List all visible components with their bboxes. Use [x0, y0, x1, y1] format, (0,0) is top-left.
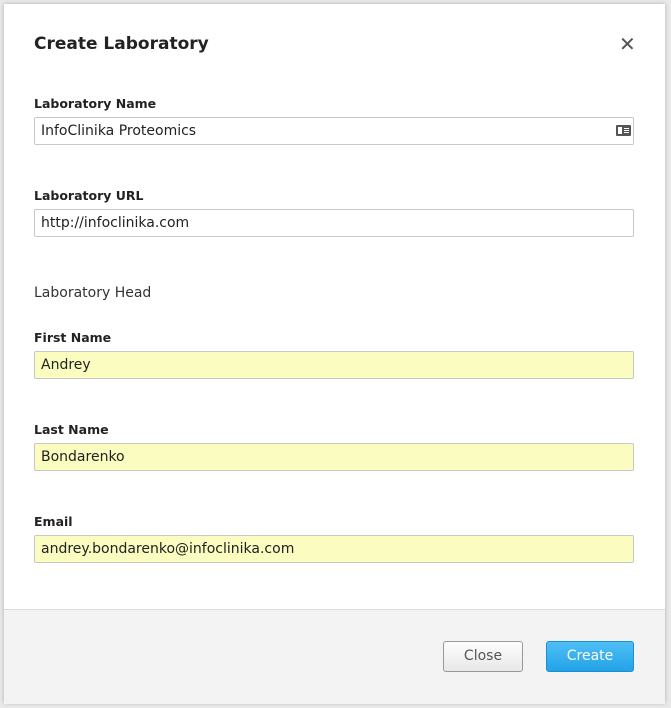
first-name-label: First Name: [34, 330, 112, 345]
first-name-value: Andrey: [41, 357, 91, 373]
lab-name-value: InfoClinika Proteomics: [41, 123, 197, 139]
create-button[interactable]: Create: [546, 641, 634, 672]
email-input[interactable]: andrey.bondarenko@infoclinika.com: [34, 535, 634, 563]
close-button[interactable]: Close: [443, 641, 523, 672]
lab-url-value: http://infoclinika.com: [41, 215, 190, 231]
last-name-input[interactable]: Bondarenko: [34, 443, 634, 471]
first-name-input[interactable]: Andrey: [34, 351, 634, 379]
lab-head-heading: Laboratory Head: [34, 285, 152, 301]
lab-name-label: Laboratory Name: [34, 96, 157, 111]
lab-url-input[interactable]: http://infoclinika.com: [34, 209, 634, 237]
close-icon[interactable]: ✕: [619, 34, 636, 54]
last-name-value: Bondarenko: [41, 449, 125, 465]
email-label: Email: [34, 514, 73, 529]
contact-card-icon[interactable]: [616, 125, 631, 136]
lab-url-label: Laboratory URL: [34, 188, 144, 203]
dialog-title: Create Laboratory: [34, 34, 209, 54]
lab-name-input[interactable]: InfoClinika Proteomics: [34, 117, 634, 145]
last-name-label: Last Name: [34, 422, 109, 437]
email-value: andrey.bondarenko@infoclinika.com: [41, 541, 295, 557]
create-laboratory-dialog: Create Laboratory ✕ Laboratory Name Info…: [4, 4, 665, 704]
dialog-footer: Close Create: [4, 609, 665, 704]
